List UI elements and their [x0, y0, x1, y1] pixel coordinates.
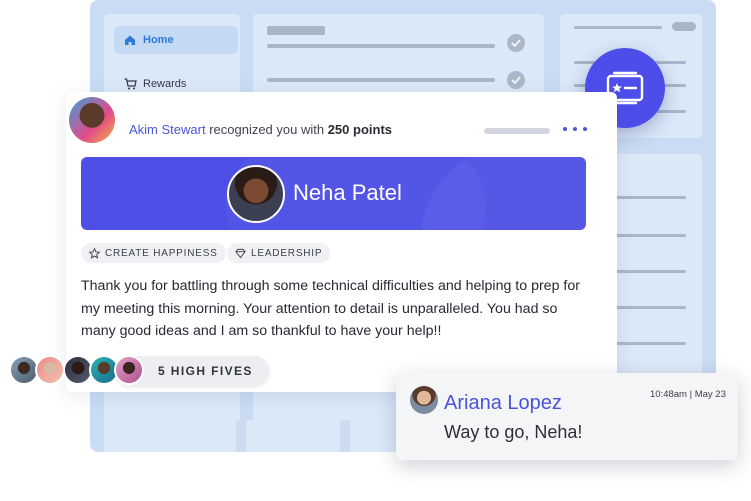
- star-icon: [89, 247, 100, 259]
- tag-label: CREATE HAPPINESS: [105, 247, 218, 259]
- sidebar-item-label: Home: [143, 34, 174, 46]
- diamond-icon: [235, 248, 246, 259]
- avatar: [114, 355, 144, 385]
- sidebar-item-label: Rewards: [143, 78, 187, 90]
- comment-text: Way to go, Neha!: [444, 422, 583, 442]
- divider: [340, 420, 350, 452]
- recognition-header: Akim Stewart recognized you with 250 poi…: [129, 122, 392, 137]
- value-tag[interactable]: LEADERSHIP: [227, 243, 331, 263]
- placeholder-line: [267, 44, 495, 48]
- comment-timestamp: 10:48am | May 23: [650, 389, 726, 400]
- check-icon: [507, 71, 525, 89]
- author-name[interactable]: Akim Stewart: [129, 122, 206, 137]
- avatar[interactable]: [410, 386, 438, 414]
- recognition-message: Thank you for battling through some tech…: [81, 278, 580, 339]
- home-icon: [123, 33, 137, 47]
- check-icon: [507, 34, 525, 52]
- placeholder-block: [267, 26, 325, 35]
- divider: [236, 420, 246, 452]
- avatar: [35, 355, 65, 385]
- high-fives-count: 5 HIGH FIVES: [158, 364, 253, 378]
- more-options-icon[interactable]: [563, 121, 587, 137]
- sidebar-item-home[interactable]: Home: [114, 26, 238, 54]
- comment-card: Ariana Lopez 10:48am | May 23 Way to go,…: [396, 373, 738, 460]
- recognition-card: Akim Stewart recognized you with 250 poi…: [66, 92, 617, 392]
- cart-icon: [123, 77, 137, 91]
- placeholder-line: [267, 78, 495, 82]
- placeholder-bar: [484, 128, 550, 134]
- avatar[interactable]: [227, 165, 285, 223]
- placeholder-line: [574, 26, 662, 29]
- recipient-banner: Neha Patel: [81, 157, 586, 230]
- avatar[interactable]: [69, 97, 115, 143]
- points-value: 250 points: [327, 122, 392, 137]
- placeholder-pill: [672, 22, 696, 31]
- comment-author[interactable]: Ariana Lopez: [444, 392, 562, 415]
- recipient-name: Neha Patel: [293, 180, 402, 205]
- tag-label: LEADERSHIP: [251, 247, 323, 259]
- action-text: recognized you with: [205, 122, 328, 137]
- value-tag[interactable]: CREATE HAPPINESS: [81, 243, 226, 263]
- high-fives-row[interactable]: 5 HIGH FIVES: [5, 355, 269, 385]
